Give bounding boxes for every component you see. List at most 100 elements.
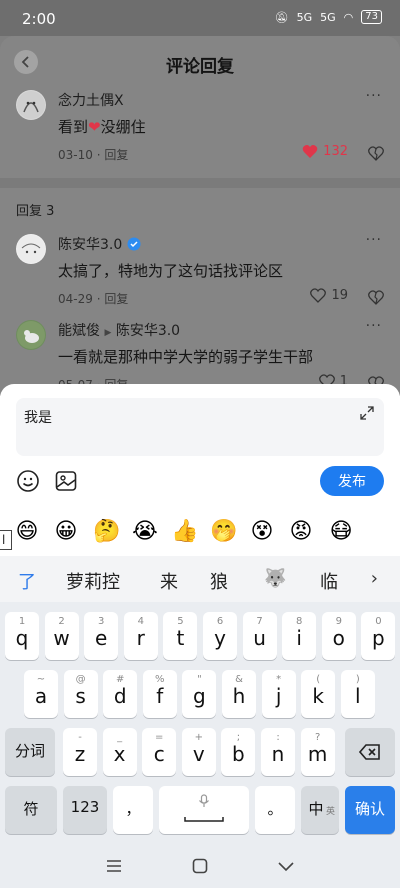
- key-n[interactable]: :n: [261, 728, 295, 776]
- period-key-label: 。: [267, 800, 283, 818]
- comma-key[interactable]: ，: [113, 786, 153, 834]
- chevron-right-icon[interactable]: ›: [371, 568, 378, 589]
- candidate-word[interactable]: 来: [160, 568, 178, 594]
- period-key[interactable]: 。: [255, 786, 295, 834]
- avatar[interactable]: [16, 320, 46, 350]
- microphone-icon: [199, 794, 209, 807]
- key-letter: e: [95, 626, 108, 650]
- key-s[interactable]: @ s: [63, 670, 98, 718]
- back-icon[interactable]: [276, 856, 296, 876]
- key-z[interactable]: -z: [63, 728, 97, 776]
- space-key[interactable]: [159, 786, 249, 834]
- key-letter: y: [214, 626, 226, 650]
- expand-icon[interactable]: [360, 406, 374, 420]
- candidate-word[interactable]: 了: [18, 568, 36, 594]
- key-g[interactable]: " g: [182, 670, 217, 718]
- candidate-word[interactable]: 萝莉控: [66, 568, 120, 594]
- reply-input-value: 我是: [24, 410, 52, 426]
- reply-link[interactable]: 回复: [104, 148, 128, 162]
- emoji-item[interactable]: 👍: [171, 519, 198, 545]
- reply-username[interactable]: 陈安华3.0: [58, 234, 141, 254]
- key-a[interactable]: ~ a: [24, 670, 58, 718]
- fenci-key[interactable]: 分词: [5, 728, 55, 776]
- key-b[interactable]: ; b: [221, 728, 256, 776]
- reply-username[interactable]: 能斌俊 ▶ 陈安华3.0: [58, 320, 180, 340]
- emoji-item[interactable]: 😷: [328, 519, 354, 545]
- language-switch-key[interactable]: 中 英: [301, 786, 339, 834]
- navigation-bar: [0, 846, 400, 888]
- emoji-item[interactable]: 🤔: [93, 519, 120, 545]
- publish-button[interactable]: 发布: [320, 466, 384, 496]
- key-j[interactable]: * j: [261, 670, 296, 718]
- emoji-item[interactable]: 😄: [14, 519, 40, 545]
- menu-icon[interactable]: [104, 856, 124, 876]
- reply-link[interactable]: 回复: [104, 292, 128, 306]
- text-cursor-handle[interactable]: l: [0, 530, 12, 550]
- symbols-key[interactable]: 符: [5, 786, 57, 834]
- key-k[interactable]: (k: [301, 670, 336, 718]
- image-icon[interactable]: [54, 469, 78, 493]
- key-d[interactable]: # d: [103, 670, 138, 718]
- more-icon[interactable]: ···: [366, 318, 382, 334]
- battery-level: 73: [361, 10, 382, 24]
- dislike-icon[interactable]: [368, 146, 384, 162]
- key-letter: x: [113, 742, 126, 766]
- key-f[interactable]: % f: [142, 670, 177, 718]
- key-y[interactable]: 6y: [203, 612, 237, 660]
- reply-to-username[interactable]: 陈安华3.0: [116, 323, 180, 339]
- reply-input[interactable]: 我是: [16, 398, 384, 456]
- key-x[interactable]: _ x: [102, 728, 137, 776]
- key-r[interactable]: 4r: [123, 612, 158, 660]
- emoji-item[interactable]: 😀: [53, 519, 79, 545]
- more-icon[interactable]: ···: [366, 88, 382, 104]
- comment-text: 看到❤没绷住: [58, 116, 146, 137]
- key-e[interactable]: 3e: [84, 612, 119, 660]
- key-h[interactable]: & h: [222, 670, 256, 718]
- dimmed-overlay[interactable]: 评论回复 念力土偶X ··· 看到❤没绷住 03-10 · 回复 132 回复 …: [0, 36, 400, 396]
- like-button[interactable]: 19: [310, 288, 348, 303]
- reply-text: 太搞了，特地为了这句话找评论区: [58, 262, 284, 280]
- key-p[interactable]: 0p: [361, 612, 396, 660]
- emoji-item[interactable]: 🤭: [210, 519, 237, 545]
- status-bar: 2:00 🔕︎ 5G 5G ◠ 73: [0, 0, 400, 36]
- key-o[interactable]: 9o: [321, 612, 356, 660]
- key-letter: h: [232, 684, 246, 708]
- reply-date: 04-29: [58, 292, 93, 306]
- avatar[interactable]: [16, 234, 46, 264]
- more-icon[interactable]: ···: [366, 232, 382, 248]
- avatar[interactable]: [16, 90, 46, 120]
- key-m[interactable]: ? m: [300, 728, 335, 776]
- emoji-icon[interactable]: [16, 469, 40, 493]
- candidate-bar: 了 萝莉控 来 狼 🐺 临 ›: [0, 556, 400, 602]
- key-l[interactable]: ) l: [340, 670, 375, 718]
- emoji-item[interactable]: 😡: [288, 519, 314, 545]
- key-u[interactable]: 7u: [242, 612, 277, 660]
- key-t[interactable]: 5t: [163, 612, 198, 660]
- key-letter: c: [153, 742, 165, 766]
- emoji-item[interactable]: 😵: [249, 519, 275, 545]
- key-i[interactable]: 8i: [282, 612, 317, 660]
- emoji-item[interactable]: 😭: [132, 519, 158, 545]
- candidate-word[interactable]: 狼: [210, 568, 228, 594]
- backspace-key[interactable]: [345, 728, 395, 776]
- candidate-word[interactable]: 🐺: [264, 568, 286, 589]
- confirm-key[interactable]: 确认: [345, 786, 395, 834]
- key-letter: i: [296, 626, 302, 650]
- comment-username[interactable]: 念力土偶X: [58, 90, 124, 110]
- key-letter: z: [74, 742, 86, 766]
- candidate-word[interactable]: 临: [320, 568, 338, 594]
- key-v[interactable]: + v: [181, 728, 216, 776]
- wifi-icon: ◠: [343, 10, 354, 24]
- symbols-key-label: 符: [23, 800, 39, 818]
- key-c[interactable]: = c: [142, 728, 177, 776]
- comment-sheet: 评论回复 念力土偶X ··· 看到❤没绷住 03-10 · 回复 132 回复 …: [0, 36, 400, 396]
- key-letter: f: [156, 684, 164, 708]
- numbers-key[interactable]: 123: [63, 786, 107, 834]
- dislike-icon[interactable]: [368, 290, 384, 306]
- key-w[interactable]: 2w: [44, 612, 79, 660]
- home-icon[interactable]: [190, 856, 210, 876]
- like-button[interactable]: 132: [302, 144, 348, 159]
- key-q[interactable]: 1q: [5, 612, 39, 660]
- comment-text-suffix: 没绷住: [100, 118, 146, 136]
- comment-date: 03-10: [58, 148, 93, 162]
